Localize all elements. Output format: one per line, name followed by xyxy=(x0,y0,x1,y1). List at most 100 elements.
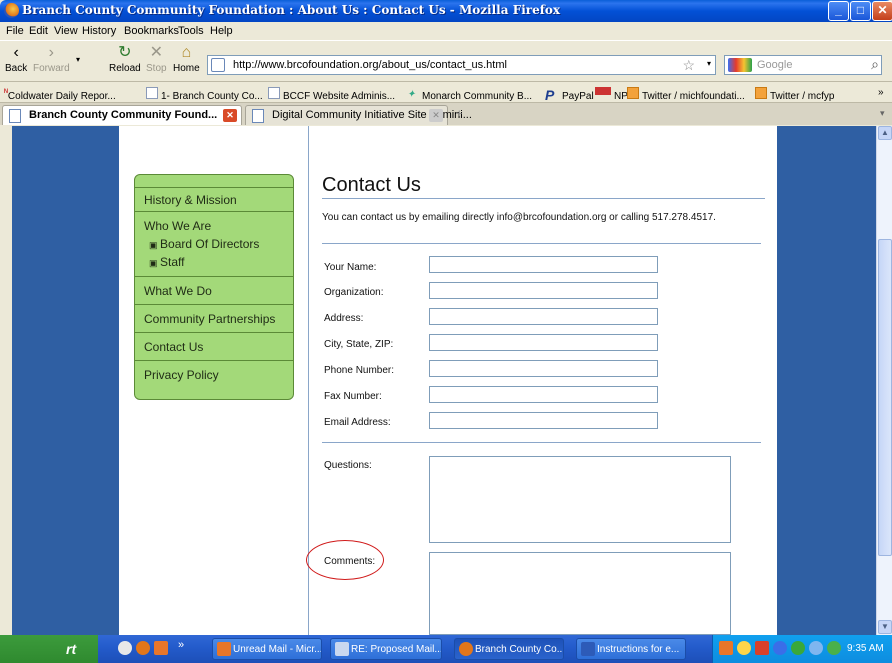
menu-history[interactable]: History xyxy=(82,25,116,37)
scroll-down-button[interactable]: ▼ xyxy=(878,620,892,634)
search-icon[interactable]: ⌕ xyxy=(871,56,879,73)
tray-icon[interactable] xyxy=(737,641,751,655)
sidebar-item-staff[interactable]: Staff xyxy=(149,255,184,269)
sidebar-item-what-we-do[interactable]: What We Do xyxy=(135,276,293,304)
taskbar-button-mail[interactable]: Unread Mail - Micr... xyxy=(212,638,322,660)
address-input[interactable] xyxy=(429,308,658,325)
maximize-button[interactable]: □ xyxy=(850,1,871,21)
fax-number-input[interactable] xyxy=(429,386,658,403)
taskbar: rt » Unread Mail - Micr... RE: Proposed … xyxy=(0,635,892,663)
tray-icon[interactable] xyxy=(755,641,769,655)
sidebar-item-history-mission[interactable]: History & Mission xyxy=(135,187,293,211)
tab-branch-county[interactable]: Branch County Community Found... ✕ xyxy=(2,105,242,125)
bookmark-item[interactable]: 1- Branch County Co... xyxy=(146,87,263,102)
quicklaunch-overflow-icon[interactable]: » xyxy=(178,639,184,651)
minimize-button[interactable]: _ xyxy=(828,1,849,21)
scroll-thumb[interactable] xyxy=(878,239,892,556)
sidebar-item-community-partnerships[interactable]: Community Partnerships xyxy=(135,304,293,332)
close-tab-icon[interactable]: ✕ xyxy=(223,109,237,122)
google-icon[interactable] xyxy=(728,58,752,72)
taskbar-button-proposed-mail[interactable]: RE: Proposed Mail... xyxy=(330,638,442,660)
bookmarks-overflow-icon[interactable]: » xyxy=(878,87,884,98)
sidebar-nav: History & Mission Who We Are Board Of Di… xyxy=(134,174,294,400)
menu-file[interactable]: File xyxy=(6,25,24,37)
quicklaunch-icon[interactable] xyxy=(118,641,132,655)
firefox-icon xyxy=(459,642,473,656)
menu-bookmarks[interactable]: Bookmarks xyxy=(124,25,179,37)
search-box[interactable]: Google ⌕ xyxy=(724,55,882,75)
email-address-input[interactable] xyxy=(429,412,658,429)
forward-button[interactable]: › Forward xyxy=(33,44,70,75)
firefox-window: Branch County Community Foundation : Abo… xyxy=(0,0,892,635)
phone-number-input[interactable] xyxy=(429,360,658,377)
titlebar: Branch County Community Foundation : Abo… xyxy=(0,0,892,22)
bookmark-item[interactable]: BCCF Website Adminis... xyxy=(268,87,395,102)
menu-view[interactable]: View xyxy=(54,25,78,37)
sidebar-item-privacy-policy[interactable]: Privacy Policy xyxy=(135,360,293,400)
window-title: Branch County Community Foundation : Abo… xyxy=(22,3,561,17)
firefox-quicklaunch-icon[interactable] xyxy=(136,641,150,655)
outlook-quicklaunch-icon[interactable] xyxy=(154,641,168,655)
bookmark-item[interactable]: Twitter / michfoundati... xyxy=(627,87,745,102)
clock[interactable]: 9:35 AM xyxy=(847,643,884,654)
tab-bar: Branch County Community Found... ✕ Digit… xyxy=(0,103,892,125)
title-underline xyxy=(322,198,765,199)
back-arrow-icon: ‹ xyxy=(13,44,19,61)
city-state-zip-input[interactable] xyxy=(429,334,658,351)
outlook-icon xyxy=(217,642,231,656)
back-button[interactable]: ‹ Back xyxy=(5,44,27,75)
network-icon[interactable] xyxy=(791,641,805,655)
reload-button[interactable]: ↻ Reload xyxy=(109,45,141,75)
questions-label: Questions: xyxy=(324,460,372,471)
menu-tools[interactable]: Tools xyxy=(178,25,204,37)
document-icon xyxy=(581,642,595,656)
forward-arrow-icon: › xyxy=(48,44,54,61)
bookmark-item[interactable]: ᴺ Coldwater Daily Repor... xyxy=(4,87,116,102)
bookmark-item[interactable]: NPR xyxy=(595,87,635,102)
taskbar-button-firefox[interactable]: Branch County Co... xyxy=(454,638,564,660)
home-button[interactable]: ⌂ Home xyxy=(173,45,200,75)
scroll-up-button[interactable]: ▲ xyxy=(878,126,892,140)
history-dropdown-icon[interactable]: ▾ xyxy=(76,55,80,64)
paypal-icon: P xyxy=(545,87,555,103)
your-name-input[interactable] xyxy=(429,256,658,273)
organization-label: Organization: xyxy=(324,287,384,298)
stop-button[interactable]: ✕ Stop xyxy=(146,45,167,75)
comments-textarea[interactable] xyxy=(429,552,731,635)
bookmark-star-icon[interactable]: ☆ xyxy=(682,57,695,74)
firefox-icon xyxy=(4,3,19,18)
address-label: Address: xyxy=(324,313,364,324)
bookmark-item[interactable]: P PayPal xyxy=(545,87,594,103)
divider-line xyxy=(322,243,761,244)
mail-icon xyxy=(335,642,349,656)
system-tray: 9:35 AM xyxy=(712,635,892,663)
taskbar-button-instructions[interactable]: Instructions for e... xyxy=(576,638,686,660)
page-icon xyxy=(146,87,158,99)
close-tab-icon[interactable]: ✕ xyxy=(429,109,443,122)
close-button[interactable]: ✕ xyxy=(872,1,892,21)
navigation-toolbar: ‹ Back › Forward ▾ ↻ Reload ✕ Stop ⌂ Home htt… xyxy=(0,40,892,82)
sidebar-item-board-of-directors[interactable]: Board Of Directors xyxy=(149,237,259,251)
tab-list-icon[interactable]: ▾ xyxy=(880,108,885,119)
address-bar[interactable]: http://www.brcofoundation.org/about_us/c… xyxy=(207,55,716,75)
shield-icon[interactable] xyxy=(773,641,787,655)
tray-icon[interactable] xyxy=(719,641,733,655)
fax-number-label: Fax Number: xyxy=(324,391,382,402)
organization-input[interactable] xyxy=(429,282,658,299)
start-button[interactable]: rt xyxy=(0,635,98,663)
bookmark-item[interactable]: ✦ Monarch Community B... xyxy=(407,87,532,102)
bookmark-item[interactable]: Twitter / mcfyp xyxy=(755,87,834,102)
vertical-scrollbar[interactable]: ▲ ▼ xyxy=(876,126,892,635)
search-placeholder: Google xyxy=(757,59,793,71)
tab-digital-community[interactable]: Digital Community Initiative Site Admini… xyxy=(245,105,472,125)
new-tab-icon[interactable]: + xyxy=(456,108,462,120)
menu-help[interactable]: Help xyxy=(210,25,233,37)
tray-icon[interactable] xyxy=(809,641,823,655)
page-icon xyxy=(9,109,21,123)
page-viewport: History & Mission Who We Are Board Of Di… xyxy=(12,126,876,635)
questions-textarea[interactable] xyxy=(429,456,731,543)
menu-edit[interactable]: Edit xyxy=(29,25,48,37)
tray-icon[interactable] xyxy=(827,641,841,655)
url-dropdown-icon[interactable]: ▾ xyxy=(707,59,711,68)
sidebar-item-contact-us[interactable]: Contact Us xyxy=(135,332,293,360)
